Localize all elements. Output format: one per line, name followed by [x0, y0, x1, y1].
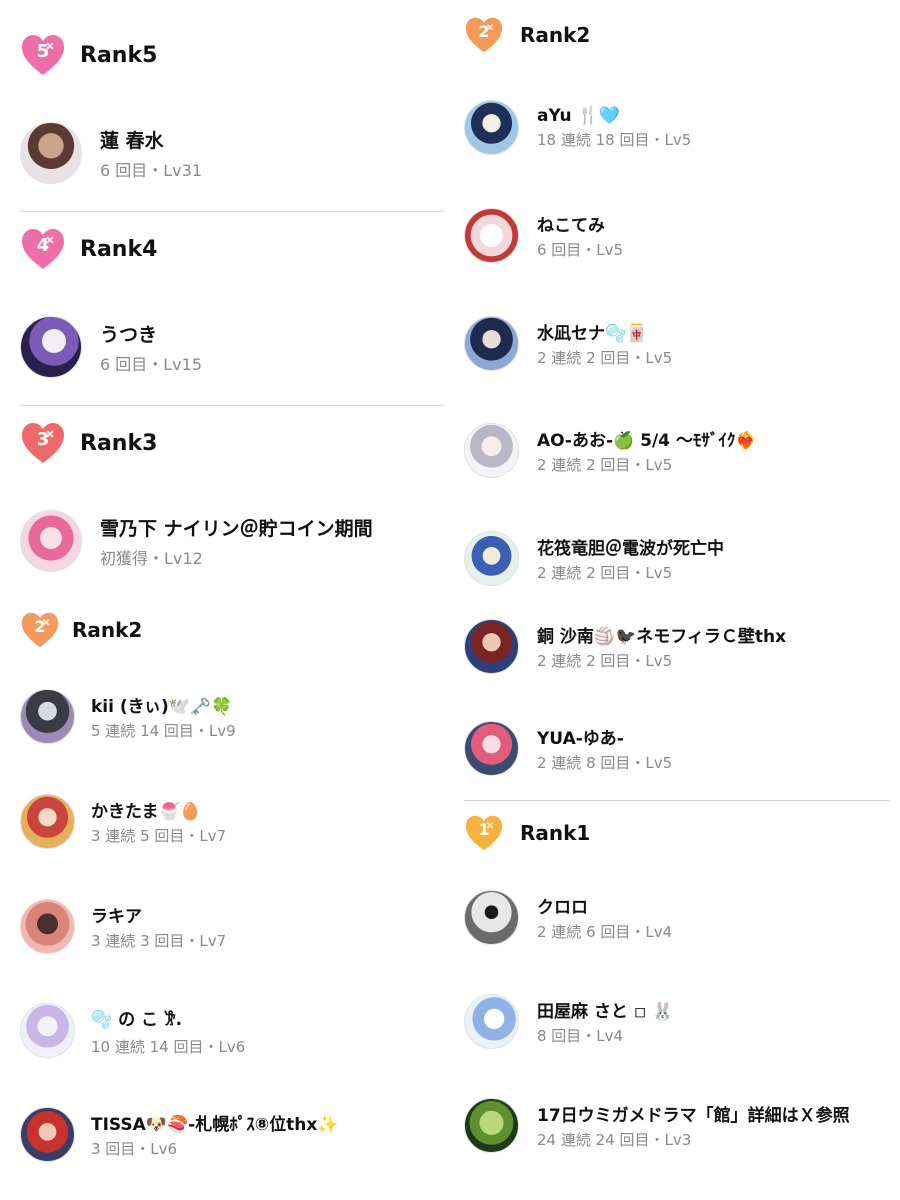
user-meta: 5 連続 14 回目・Lv9	[91, 722, 236, 740]
user-meta: 2 連続 2 回目・Lv5	[537, 456, 673, 474]
list-item[interactable]: TISSA🐶🍣-札幌ﾎﾟｽ⑧位thx✨ 3 回目・Lv6	[20, 1107, 338, 1162]
list-item[interactable]: 銅 沙南🏐🐦‍⬛ネモフィラＣ壁thx 2 連続 2 回目・Lv5	[464, 619, 786, 674]
rank1-title: Rank1	[520, 821, 591, 845]
rank2-header: 2 Rank2	[464, 14, 590, 56]
user-meta: 初獲得・Lv12	[100, 548, 203, 568]
list-item[interactable]: 水凪セナ🫧🀄 2 連続 2 回目・Lv5	[464, 316, 672, 371]
user-meta: 2 連続 2 回目・Lv5	[537, 349, 673, 367]
divider	[20, 405, 444, 406]
user-meta: 24 連続 24 回目・Lv3	[537, 1131, 692, 1149]
rank3-heart-icon: 3	[20, 421, 66, 465]
avatar	[464, 619, 519, 674]
avatar	[20, 794, 75, 849]
list-item[interactable]: YUA-ゆあ- 2 連続 8 回目・Lv5	[464, 721, 672, 776]
user-meta: 2 連続 2 回目・Lv5	[537, 564, 673, 582]
rank1-heart-icon: 1	[464, 814, 504, 852]
rank4-number: 4	[36, 234, 50, 256]
rank3-title: Rank3	[80, 430, 158, 456]
divider	[20, 211, 444, 212]
avatar	[464, 890, 519, 945]
rank2-number: 2	[478, 22, 490, 42]
rank2-title: Rank2	[72, 618, 143, 642]
rank4-header: 4 Rank4	[20, 224, 157, 274]
list-item[interactable]: 田屋麻 さと ◽ 🐰 8 回目・Lv4	[464, 994, 673, 1049]
avatar	[20, 689, 75, 744]
user-name: 蓮 春水	[100, 129, 164, 152]
list-item[interactable]: ねこてみ 6 回目・Lv5	[464, 208, 623, 263]
user-meta: 3 回目・Lv6	[91, 1140, 178, 1158]
user-name: kii (きぃ)🕊️🗝️🍀	[91, 697, 233, 717]
divider	[464, 800, 890, 801]
avatar	[20, 510, 82, 572]
user-meta: 18 連続 18 回目・Lv5	[537, 130, 692, 149]
user-name: AO-あお-🍏 5/4 〜ﾓｻﾞｲｸ❤️‍🔥	[537, 431, 757, 451]
rank1-header: 1 Rank1	[464, 812, 590, 854]
list-item[interactable]: かきたま🍧🥚 3 連続 5 回目・Lv7	[20, 794, 226, 849]
avatar	[464, 721, 519, 776]
user-name: YUA-ゆあ-	[537, 729, 624, 749]
avatar	[464, 208, 519, 263]
avatar	[464, 423, 519, 478]
user-name: 銅 沙南🏐🐦‍⬛ネモフィラＣ壁thx	[537, 627, 787, 647]
rank5-header: 5 Rank5	[20, 30, 157, 80]
avatar	[20, 316, 82, 378]
user-meta: 3 連続 5 回目・Lv7	[91, 827, 227, 845]
rank5-number: 5	[36, 40, 50, 62]
list-item[interactable]: 花筏竜胆＠電波が死亡中 2 連続 2 回目・Lv5	[464, 531, 724, 586]
avatar	[464, 1098, 519, 1153]
user-meta: 3 連続 3 回目・Lv7	[91, 932, 227, 950]
user-meta: 10 連続 14 回目・Lv6	[91, 1037, 246, 1056]
rank3-header: 3 Rank3	[20, 418, 157, 468]
rank2-heart-icon: 2	[20, 611, 60, 649]
list-item[interactable]: kii (きぃ)🕊️🗝️🍀 5 連続 14 回目・Lv9	[20, 689, 236, 744]
rank5-title: Rank5	[80, 42, 158, 68]
rank2-heart-icon: 2	[464, 16, 504, 54]
user-name: ラキア	[91, 907, 142, 927]
rank4-title: Rank4	[80, 236, 158, 262]
user-name: 🫧 の こ 𐦂.	[91, 1009, 183, 1030]
avatar	[464, 316, 519, 371]
avatar	[20, 899, 75, 954]
user-name: 花筏竜胆＠電波が死亡中	[537, 539, 724, 559]
rank4-heart-icon: 4	[20, 227, 66, 271]
rank5-heart-icon: 5	[20, 33, 66, 77]
user-name: うつき	[100, 323, 158, 346]
user-meta: 6 回目・Lv5	[537, 241, 624, 259]
user-meta: 8 回目・Lv4	[537, 1027, 624, 1045]
rank3-number: 3	[36, 428, 50, 450]
user-name: 雪乃下 ナイリン＠貯コイン期間	[100, 517, 373, 540]
list-item[interactable]: 雪乃下 ナイリン＠貯コイン期間 初獲得・Lv12	[20, 510, 373, 572]
rank2-title: Rank2	[520, 23, 591, 47]
list-item[interactable]: 17日ウミガメドラマ「館」詳細はＸ参照 24 連続 24 回目・Lv3	[464, 1098, 850, 1153]
list-item[interactable]: クロロ 2 連続 6 回目・Lv4	[464, 890, 672, 945]
user-name: 水凪セナ🫧🀄	[537, 324, 648, 344]
avatar	[464, 994, 519, 1049]
user-meta: 2 連続 2 回目・Lv5	[537, 652, 673, 670]
avatar	[20, 122, 82, 184]
user-name: aYu 🍴🩵	[537, 105, 620, 126]
list-item[interactable]: AO-あお-🍏 5/4 〜ﾓｻﾞｲｸ❤️‍🔥 2 連続 2 回目・Lv5	[464, 423, 757, 478]
list-item[interactable]: うつき 6 回目・Lv15	[20, 316, 202, 378]
user-name: クロロ	[537, 898, 588, 918]
avatar	[20, 1107, 75, 1162]
rank1-number: 1	[478, 820, 490, 840]
user-name: 田屋麻 さと ◽ 🐰	[537, 1002, 674, 1022]
avatar	[464, 100, 519, 155]
user-meta: 2 連続 8 回目・Lv5	[537, 754, 673, 772]
user-meta: 6 回目・Lv15	[100, 354, 203, 374]
user-name: ねこてみ	[537, 216, 605, 236]
rank2-header: 2 Rank2	[20, 608, 142, 652]
avatar	[20, 1003, 75, 1058]
avatar	[464, 531, 519, 586]
user-name: TISSA🐶🍣-札幌ﾎﾟｽ⑧位thx✨	[91, 1115, 339, 1135]
rank2-number: 2	[34, 617, 46, 637]
user-meta: 6 回目・Lv31	[100, 160, 203, 180]
list-item[interactable]: aYu 🍴🩵 18 連続 18 回目・Lv5	[464, 100, 691, 155]
user-name: かきたま🍧🥚	[91, 802, 201, 822]
user-name: 17日ウミガメドラマ「館」詳細はＸ参照	[537, 1106, 850, 1126]
list-item[interactable]: 🫧 の こ 𐦂. 10 連続 14 回目・Lv6	[20, 1003, 245, 1058]
user-meta: 2 連続 6 回目・Lv4	[537, 923, 673, 941]
list-item[interactable]: 蓮 春水 6 回目・Lv31	[20, 122, 202, 184]
list-item[interactable]: ラキア 3 連続 3 回目・Lv7	[20, 899, 226, 954]
